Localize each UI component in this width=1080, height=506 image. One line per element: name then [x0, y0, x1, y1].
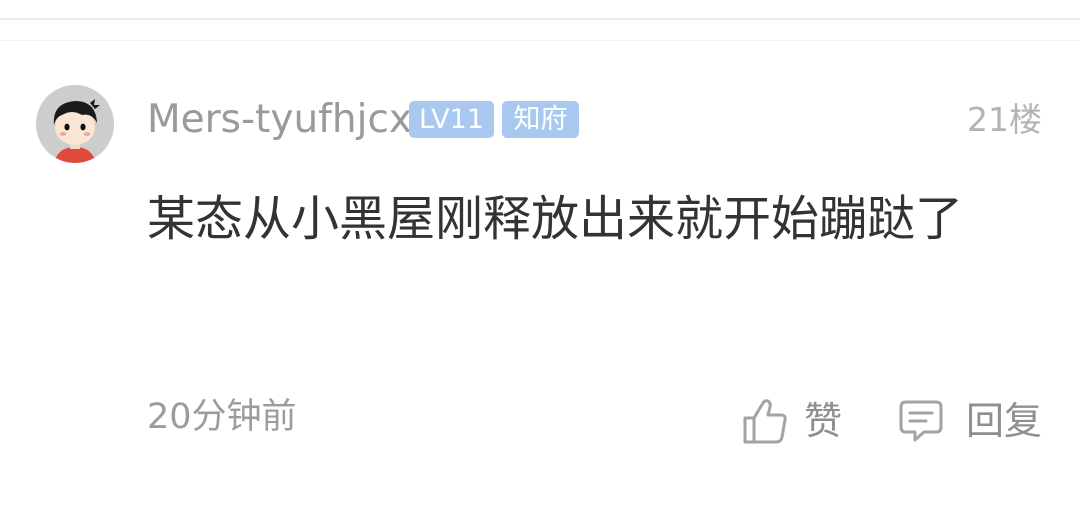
like-button[interactable]: 赞 [742, 395, 842, 447]
comment-time: 20分钟前 [147, 397, 297, 437]
avatar[interactable] [36, 85, 114, 163]
cartoon-avatar-icon [36, 85, 114, 163]
thumbs-up-icon [742, 397, 788, 445]
reply-label: 回复 [966, 399, 1043, 443]
like-label: 赞 [804, 399, 843, 443]
username[interactable]: Mers-tyufhjcx [147, 96, 412, 144]
title-badge: 知府 [502, 101, 579, 138]
section-divider [0, 40, 1080, 41]
floor-number: 21楼 [967, 100, 1042, 139]
comment-bubble-icon [898, 397, 944, 445]
top-divider [0, 18, 1080, 20]
comment-content: 某态从小黑屋刚释放出来就开始蹦跶了 [147, 191, 964, 247]
reply-button[interactable]: 回复 [898, 395, 1042, 447]
level-badge: LV11 [409, 101, 494, 138]
